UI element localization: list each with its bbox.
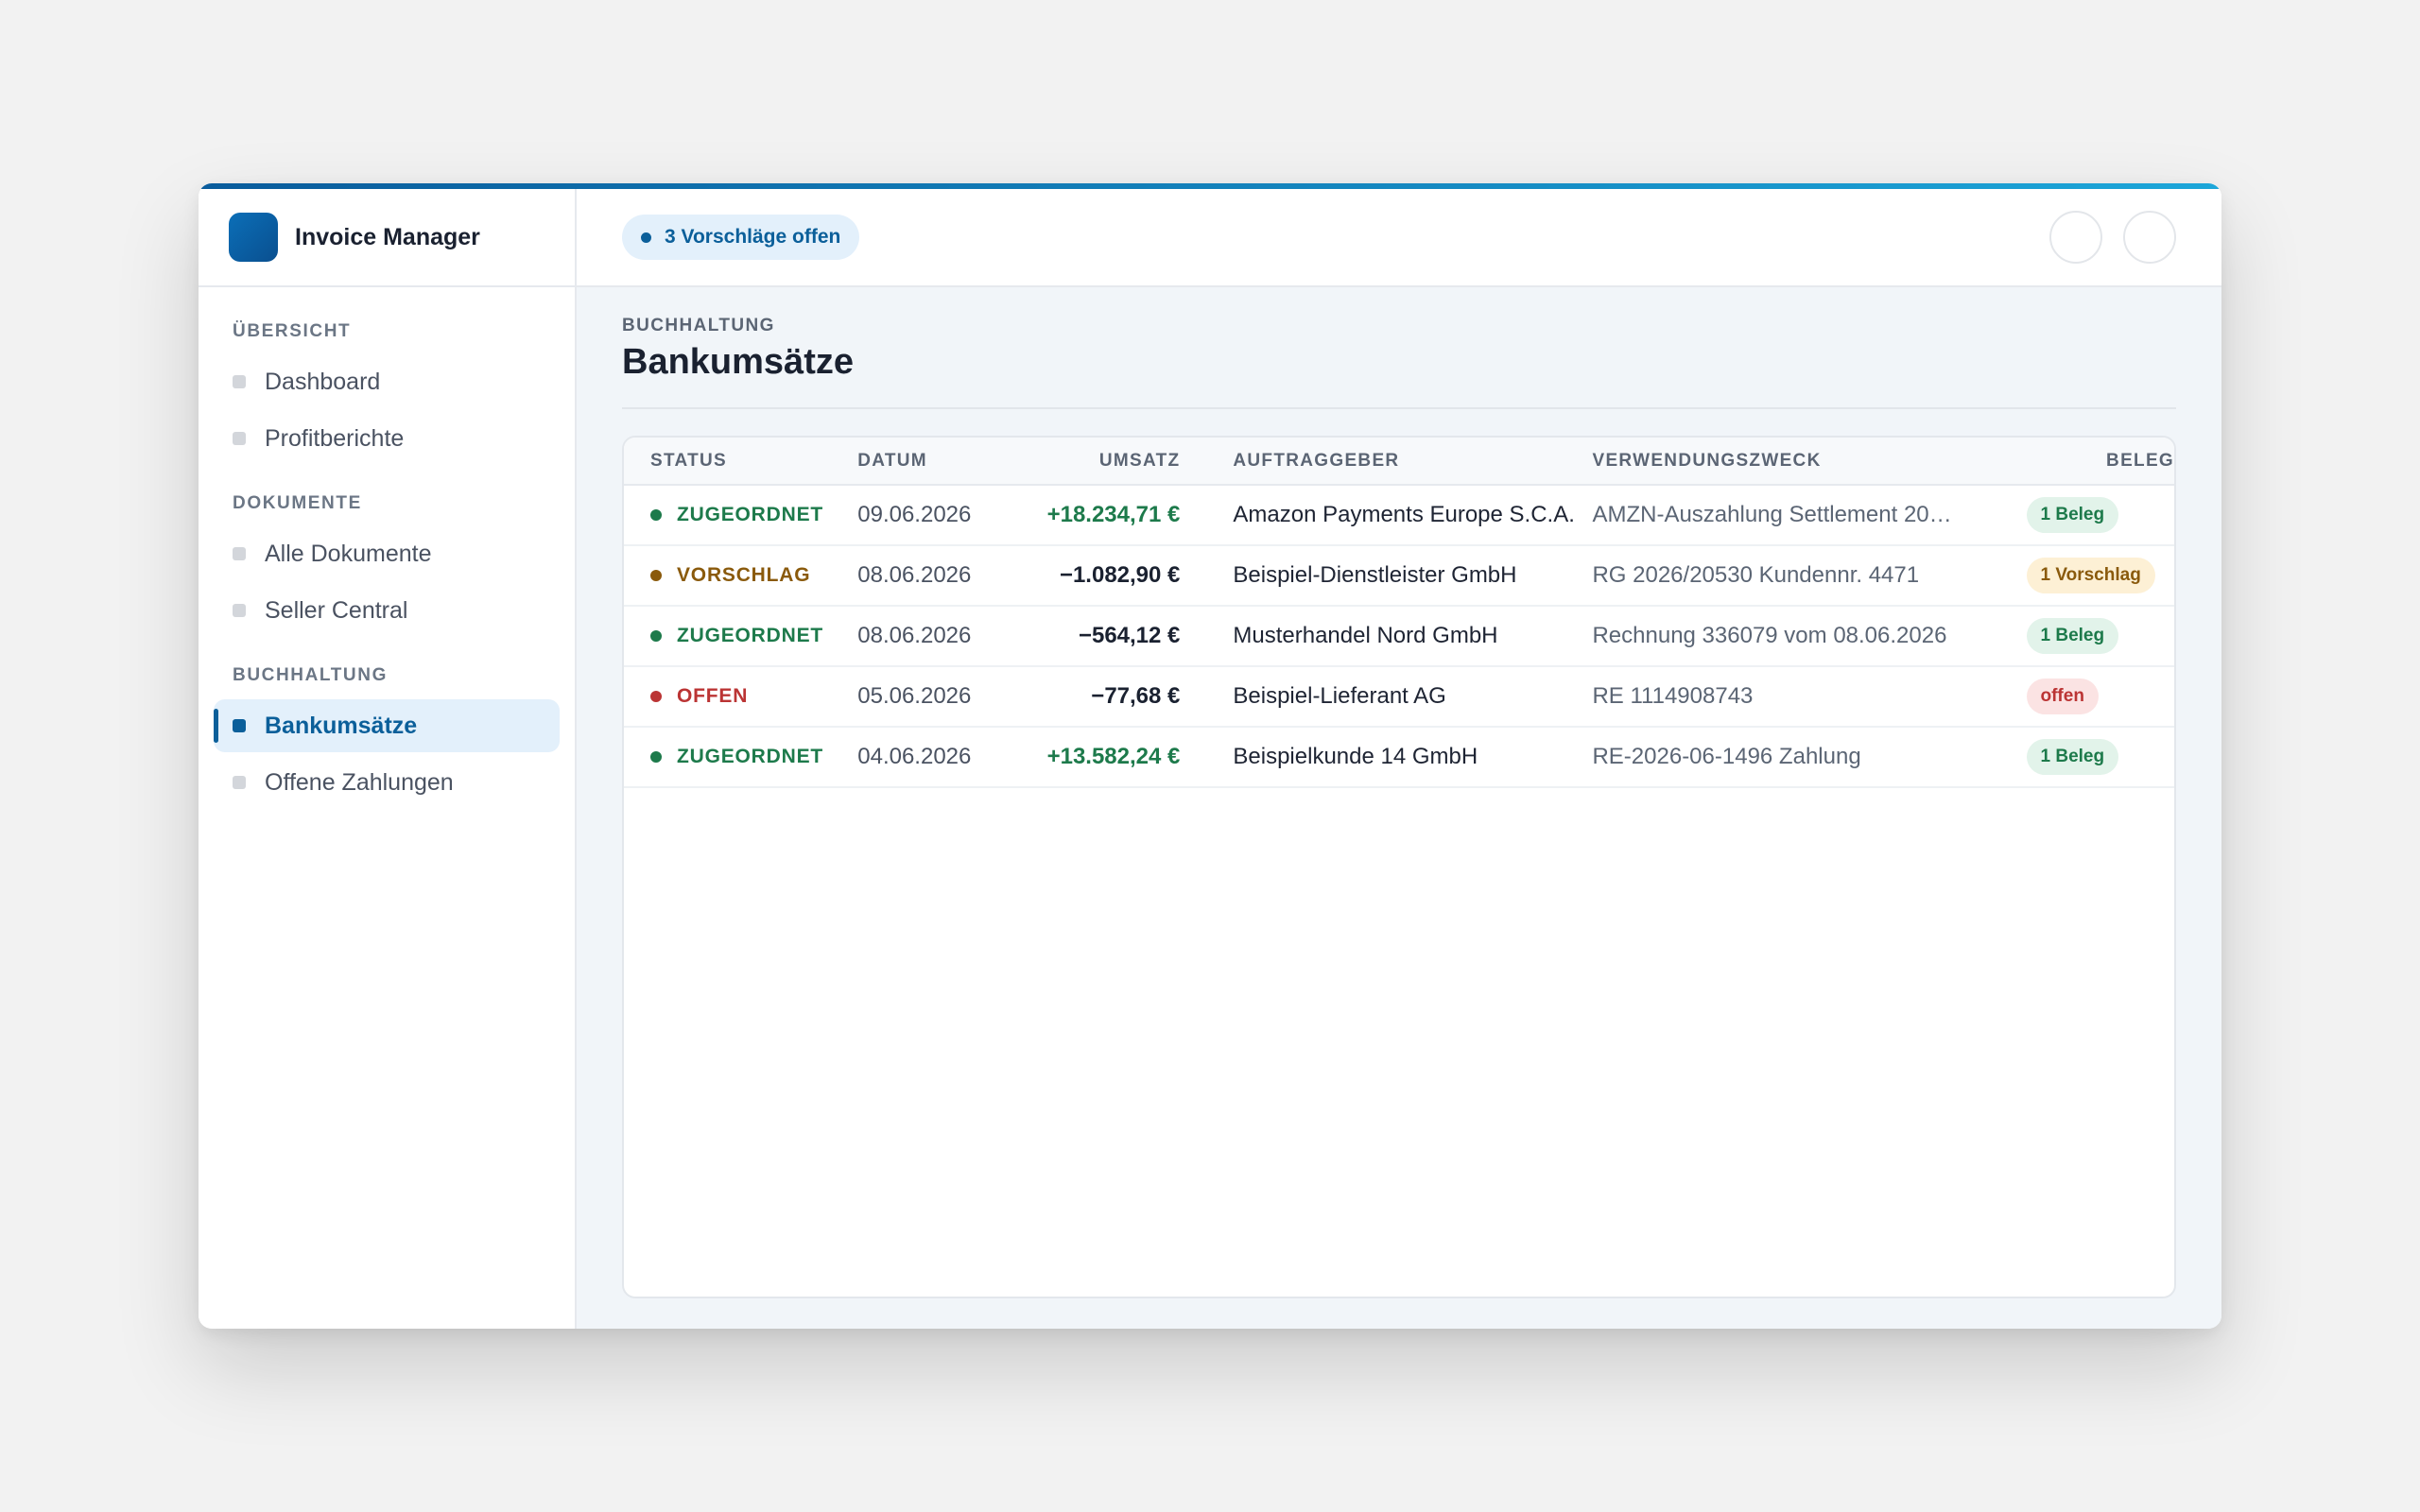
sidebar: Invoice Manager ÜBERSICHT Dashboard Prof… <box>199 183 577 1329</box>
beleg-badge[interactable]: 1 Beleg <box>2026 618 2119 654</box>
status-label: VORSCHLAG <box>650 564 857 587</box>
table-row[interactable]: OFFEN 05.06.2026 −77,68 € Beispiel-Liefe… <box>624 666 2174 728</box>
nav-bullet-icon <box>233 604 246 617</box>
sidebar-item-open-payments[interactable]: Offene Zahlungen <box>214 756 560 809</box>
status-text: OFFEN <box>677 685 749 707</box>
app-title: Invoice Manager <box>295 223 480 250</box>
status-dot-icon <box>650 630 662 642</box>
purpose-cell: RG 2026/20530 Kundennr. 4471 <box>1592 545 2027 607</box>
topbar-actions <box>2049 211 2176 264</box>
column-header-date[interactable]: DATUM <box>857 438 1006 486</box>
status-dot-icon <box>650 509 662 521</box>
page-title: Bankumsätze <box>622 342 854 382</box>
sidebar-item-label: Offene Zahlungen <box>265 768 454 796</box>
open-suggestions-pill[interactable]: 3 Vorschläge offen <box>622 215 860 260</box>
status-text: ZUGEORDNET <box>677 625 823 646</box>
party-cell: Beispiel-Lieferant AG <box>1180 666 1593 728</box>
sidebar-item-seller-central[interactable]: Seller Central <box>214 584 560 637</box>
nav-bullet-icon <box>233 776 246 789</box>
nav-bullet-icon <box>233 432 246 445</box>
suggestion-badge[interactable]: 1 Vorschlag <box>2026 558 2155 593</box>
open-badge[interactable]: offen <box>2026 679 2099 714</box>
app-logo <box>229 213 278 262</box>
status-text: ZUGEORDNET <box>677 746 823 767</box>
divider <box>622 407 2176 409</box>
sidebar-item-label: Bankumsätze <box>265 712 418 739</box>
pill-dot-icon <box>641 232 651 243</box>
page-content: BUCHHALTUNG Bankumsätze STATUS DATUM UMS… <box>577 287 2221 1329</box>
topbar: 3 Vorschläge offen <box>577 183 2221 287</box>
date-cell: 04.06.2026 <box>857 727 1006 788</box>
date-cell: 08.06.2026 <box>857 606 1006 667</box>
party-cell: Beispiel-Dienstleister GmbH <box>1180 545 1593 607</box>
brand: Invoice Manager <box>199 183 575 287</box>
date-cell: 08.06.2026 <box>857 545 1006 607</box>
transactions-table-card: STATUS DATUM UMSATZ AUFTRAGGEBER VERWEND… <box>622 436 2176 1298</box>
app-window: Invoice Manager ÜBERSICHT Dashboard Prof… <box>199 183 2221 1329</box>
sidebar-item-label: Profitberichte <box>265 424 405 452</box>
amount-cell: −77,68 € <box>1005 666 1181 728</box>
status-label: ZUGEORDNET <box>650 746 857 768</box>
status-label: ZUGEORDNET <box>650 504 857 526</box>
party-cell: Musterhandel Nord GmbH <box>1180 606 1593 667</box>
amount-cell: +13.582,24 € <box>1005 727 1181 788</box>
topbar-action-button-1[interactable] <box>2049 211 2102 264</box>
column-header-purpose[interactable]: VERWENDUNGSZWECK <box>1592 438 2027 486</box>
pill-label: 3 Vorschläge offen <box>665 226 841 248</box>
main-area: 3 Vorschläge offen BUCHHALTUNG Bankumsät… <box>577 183 2221 1329</box>
nav-bullet-icon <box>233 375 246 388</box>
nav-bullet-icon <box>233 719 246 732</box>
nav-bullet-icon <box>233 547 246 560</box>
column-header-beleg[interactable]: BELEG <box>2026 438 2174 486</box>
purpose-cell: RE 1114908743 <box>1592 666 2027 728</box>
column-header-amount[interactable]: UMSATZ <box>1005 438 1181 486</box>
sidebar-item-label: Seller Central <box>265 596 408 624</box>
nav-section-documents: DOKUMENTE <box>233 493 362 513</box>
status-text: ZUGEORDNET <box>677 504 823 525</box>
purpose-cell: Rechnung 336079 vom 08.06.2026 <box>1592 606 2027 667</box>
topbar-action-button-2[interactable] <box>2123 211 2176 264</box>
date-cell: 05.06.2026 <box>857 666 1006 728</box>
sidebar-nav: ÜBERSICHT Dashboard Profitberichte DOKUM… <box>199 287 575 809</box>
beleg-badge[interactable]: 1 Beleg <box>2026 497 2119 533</box>
nav-section-overview: ÜBERSICHT <box>233 321 352 341</box>
table-row[interactable]: ZUGEORDNET 04.06.2026 +13.582,24 € Beisp… <box>624 727 2174 788</box>
table-row[interactable]: ZUGEORDNET 09.06.2026 +18.234,71 € Amazo… <box>624 485 2174 546</box>
table-row[interactable]: ZUGEORDNET 08.06.2026 −564,12 € Musterha… <box>624 606 2174 667</box>
sidebar-item-profit-reports[interactable]: Profitberichte <box>214 412 560 465</box>
sidebar-item-dashboard[interactable]: Dashboard <box>214 355 560 408</box>
purpose-cell: AMZN-Auszahlung Settlement 20… <box>1592 485 2027 546</box>
sidebar-item-label: Dashboard <box>265 368 381 395</box>
amount-cell: +18.234,71 € <box>1005 485 1181 546</box>
amount-cell: −564,12 € <box>1005 606 1181 667</box>
beleg-badge[interactable]: 1 Beleg <box>2026 739 2119 775</box>
sidebar-item-label: Alle Dokumente <box>265 540 432 567</box>
status-dot-icon <box>650 570 662 581</box>
sidebar-item-all-documents[interactable]: Alle Dokumente <box>214 527 560 580</box>
table-header-row: STATUS DATUM UMSATZ AUFTRAGGEBER VERWEND… <box>624 438 2174 486</box>
party-cell: Amazon Payments Europe S.C.A. <box>1180 485 1593 546</box>
purpose-cell: RE-2026-06-1496 Zahlung <box>1592 727 2027 788</box>
column-header-status[interactable]: STATUS <box>624 438 858 486</box>
status-label: ZUGEORDNET <box>650 625 857 647</box>
status-dot-icon <box>650 691 662 702</box>
page-eyebrow: BUCHHALTUNG <box>622 316 775 335</box>
table-row[interactable]: VORSCHLAG 08.06.2026 −1.082,90 € Beispie… <box>624 545 2174 607</box>
nav-section-accounting: BUCHHALTUNG <box>233 665 388 685</box>
status-label: OFFEN <box>650 685 857 708</box>
party-cell: Beispielkunde 14 GmbH <box>1180 727 1593 788</box>
date-cell: 09.06.2026 <box>857 485 1006 546</box>
amount-cell: −1.082,90 € <box>1005 545 1181 607</box>
column-header-party[interactable]: AUFTRAGGEBER <box>1180 438 1593 486</box>
status-dot-icon <box>650 751 662 763</box>
status-text: VORSCHLAG <box>677 564 811 586</box>
transactions-table: STATUS DATUM UMSATZ AUFTRAGGEBER VERWEND… <box>624 438 2174 788</box>
sidebar-item-bank-transactions[interactable]: Bankumsätze <box>214 699 560 752</box>
